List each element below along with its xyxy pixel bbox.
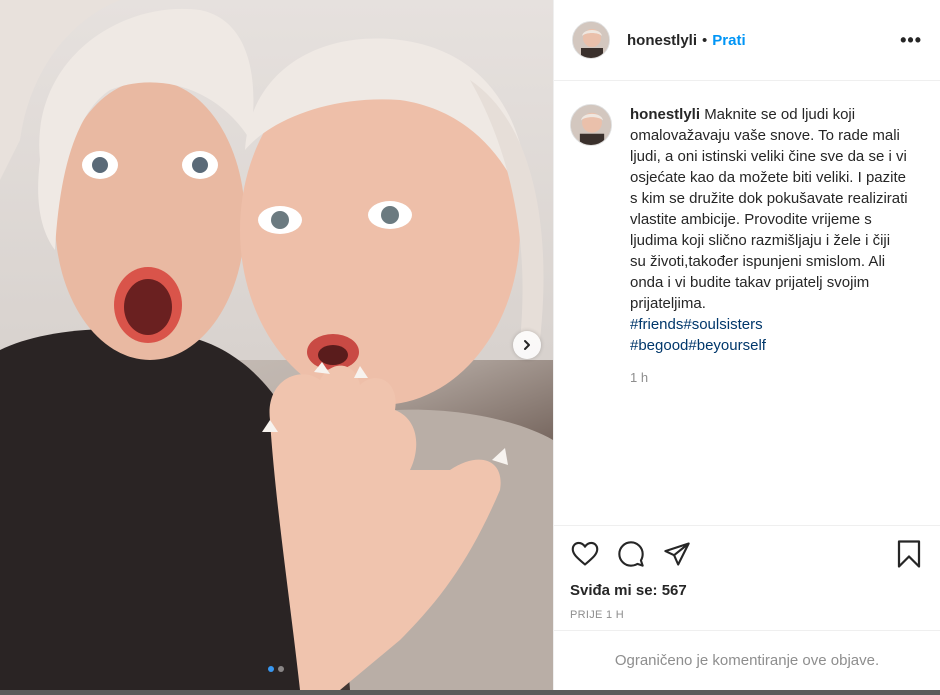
follow-button[interactable]: Prati: [712, 32, 745, 49]
post-photo[interactable]: [0, 0, 553, 690]
save-button[interactable]: [894, 539, 924, 569]
caption-row: honestlyli Maknite se od ljudi koji omal…: [570, 104, 924, 356]
comments-restricted-notice: Ograničeno je komentiranje ove objave.: [554, 630, 940, 690]
chevron-right-icon: [524, 340, 530, 350]
action-bar: [570, 526, 924, 582]
like-button[interactable]: [570, 539, 600, 569]
post-detail-panel: honestlyli • Prati ••• honestlyli Maknit…: [553, 0, 940, 690]
carousel-next-button[interactable]: [513, 331, 541, 359]
hashtag-link[interactable]: #soulsisters: [683, 316, 762, 333]
carousel-dot-2: [278, 666, 284, 672]
caption-avatar[interactable]: [570, 104, 612, 146]
post-actions-section: Sviđa mi se: 567 PRIJE 1 H: [554, 525, 940, 621]
comments-area: honestlyli Maknite se od ljudi koji omal…: [554, 81, 940, 525]
share-icon: [664, 542, 690, 566]
avatar[interactable]: [572, 21, 610, 59]
hashtag-link[interactable]: #friends: [630, 316, 683, 333]
more-options-icon[interactable]: •••: [900, 30, 922, 51]
caption-timestamp: 1 h: [630, 370, 649, 385]
heart-icon: [571, 541, 599, 566]
bookmark-icon: [897, 540, 921, 568]
comment-button[interactable]: [616, 539, 646, 569]
window-bottom-edge: [0, 690, 940, 695]
caption-body: Maknite se od ljudi koji omalovažavaju v…: [630, 106, 908, 312]
header-separator: •: [702, 31, 708, 49]
comment-icon: [618, 541, 644, 567]
avatar-image: [573, 22, 609, 58]
post-timestamp: PRIJE 1 H: [570, 609, 625, 621]
post-header: honestlyli • Prati •••: [554, 0, 940, 81]
carousel-indicators: [268, 666, 284, 672]
avatar-image: [571, 105, 611, 145]
header-username[interactable]: honestlyli: [627, 32, 697, 49]
hashtag-link[interactable]: #beyourself: [688, 337, 766, 354]
likes-count[interactable]: Sviđa mi se: 567: [570, 582, 924, 599]
share-button[interactable]: [662, 539, 692, 569]
caption-text: honestlyli Maknite se od ljudi koji omal…: [630, 104, 910, 356]
carousel-dot-1: [268, 666, 274, 672]
hashtag-link[interactable]: #begood: [630, 337, 688, 354]
photo-illustration: [0, 0, 553, 690]
caption-username[interactable]: honestlyli: [630, 106, 700, 123]
